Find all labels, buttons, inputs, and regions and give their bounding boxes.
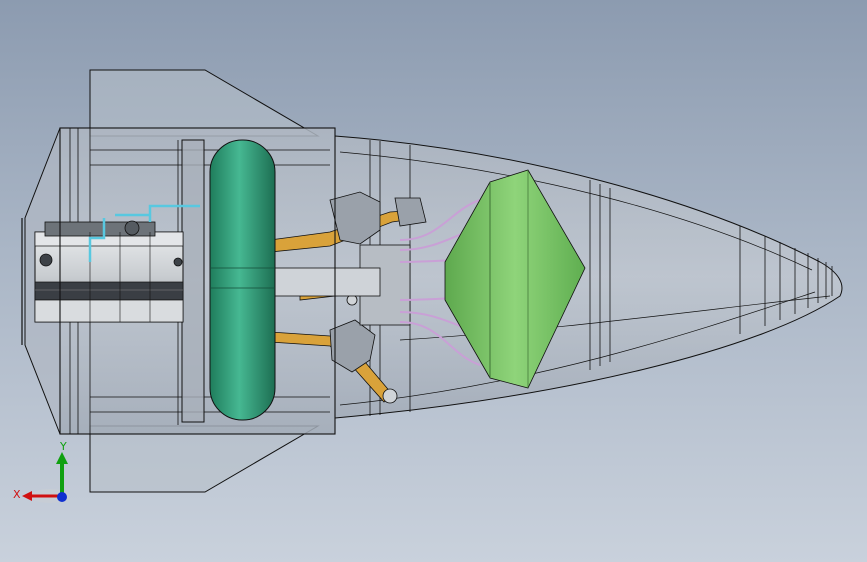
cad-viewport[interactable]: Y X [0, 0, 867, 562]
z-axis-icon [57, 492, 67, 502]
torus-tank [209, 139, 276, 421]
drive-shaft [269, 267, 381, 297]
bulkhead-plate [181, 139, 205, 423]
orientation-triad: Y X [13, 440, 70, 503]
lower-fin [89, 425, 320, 493]
assembly-model[interactable] [0, 0, 867, 562]
motor-assembly [34, 220, 184, 323]
triad-y-label: Y [59, 440, 67, 453]
upper-fin [89, 69, 320, 137]
triad-x-label: X [13, 488, 21, 501]
nose-cone [334, 135, 843, 419]
